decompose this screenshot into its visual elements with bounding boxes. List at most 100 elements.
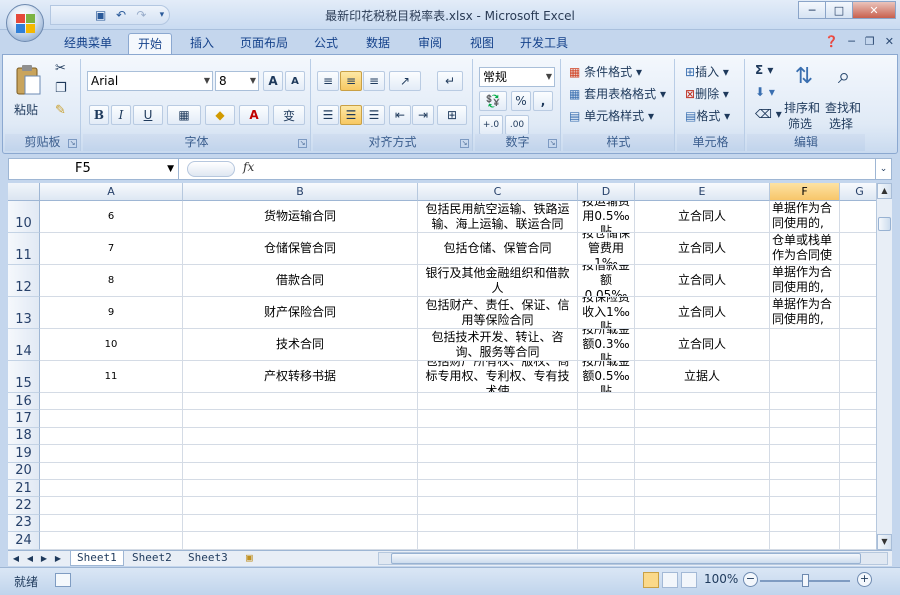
cell-a[interactable] — [40, 410, 183, 428]
vertical-scroll-thumb[interactable] — [878, 217, 891, 231]
cell-c[interactable] — [418, 410, 578, 428]
row-header[interactable]: 20 — [8, 462, 40, 480]
align-top-button[interactable]: ≡ — [317, 71, 339, 91]
conditional-format-button[interactable]: ▦ 条件格式 ▾ — [569, 63, 642, 80]
cell-e[interactable] — [635, 462, 770, 480]
cell-g[interactable] — [840, 233, 876, 265]
cell-d[interactable]: 按所载金额0.5‰贴 — [578, 361, 635, 393]
insert-function-button[interactable]: fx — [243, 160, 254, 174]
column-header-e[interactable]: E — [635, 183, 770, 201]
cell-f[interactable]: 单据作为合同使用的, — [770, 297, 840, 329]
page-layout-view-button[interactable] — [662, 572, 678, 588]
cell-a[interactable] — [40, 514, 183, 533]
last-sheet-icon[interactable]: ▶ — [52, 552, 64, 565]
cell-b[interactable] — [183, 462, 418, 480]
row-header[interactable]: 10 — [8, 201, 40, 233]
cell-b[interactable] — [183, 445, 418, 463]
cell-g[interactable] — [840, 445, 876, 463]
tab-page-layout[interactable]: 页面布局 — [232, 33, 296, 54]
row-header[interactable]: 11 — [8, 233, 40, 265]
cell-f[interactable] — [770, 410, 840, 428]
select-all-corner[interactable] — [8, 183, 40, 201]
tab-review[interactable]: 审阅 — [408, 33, 452, 54]
cell-b[interactable] — [183, 393, 418, 411]
cell-d[interactable] — [578, 497, 635, 515]
tab-home[interactable]: 开始 — [128, 33, 172, 54]
sheet-tab-1[interactable]: Sheet1 — [70, 551, 124, 566]
underline-button[interactable]: U — [133, 105, 163, 125]
cell-c[interactable] — [418, 532, 578, 550]
cell-g[interactable] — [840, 480, 876, 498]
cell-g[interactable] — [840, 201, 876, 233]
first-sheet-icon[interactable]: ◀ — [10, 552, 22, 565]
column-header-d[interactable]: D — [578, 183, 635, 201]
font-name-combo[interactable]: Arial ▼ — [87, 71, 213, 91]
cell-e[interactable]: 立合同人 — [635, 201, 770, 233]
cell-c[interactable]: 包括民用航空运输、铁路运输、海上运输、联运合同 — [418, 201, 578, 233]
cell-d[interactable] — [578, 532, 635, 550]
cell-c[interactable] — [418, 514, 578, 533]
expand-formula-bar-icon[interactable]: ⌄ — [875, 159, 891, 179]
cell-g[interactable] — [840, 410, 876, 428]
insert-cells-button[interactable]: ⊞插入 ▾ — [685, 63, 729, 80]
increase-decimal-button[interactable]: +.0 — [479, 115, 503, 135]
cell-g[interactable] — [840, 329, 876, 361]
cell-d[interactable] — [578, 427, 635, 446]
cell-b[interactable]: 财产保险合同 — [183, 297, 418, 329]
macro-record-icon[interactable] — [55, 573, 71, 587]
decrease-decimal-button[interactable]: .00 — [505, 115, 529, 135]
autosum-button[interactable]: Σ ▾ — [755, 63, 773, 77]
accounting-button[interactable]: 💱 — [479, 91, 507, 111]
cell-e[interactable]: 立合同人 — [635, 233, 770, 265]
paste-button[interactable] — [13, 63, 43, 97]
cell-e[interactable] — [635, 532, 770, 550]
cell-d[interactable] — [578, 410, 635, 428]
cell-a[interactable]: 9 — [40, 297, 183, 329]
row-header[interactable]: 19 — [8, 445, 40, 463]
cell-e[interactable]: 立合同人 — [635, 297, 770, 329]
zoom-in-button[interactable]: + — [857, 572, 872, 587]
cell-b[interactable] — [183, 532, 418, 550]
cell-g[interactable] — [840, 428, 876, 446]
cell-b[interactable] — [183, 480, 418, 498]
italic-button[interactable]: I — [111, 105, 131, 125]
column-header-f[interactable]: F — [770, 183, 840, 201]
align-right-button[interactable]: ☰ — [363, 105, 385, 125]
tab-formulas[interactable]: 公式 — [304, 33, 348, 54]
close-button[interactable]: ✕ — [852, 1, 896, 19]
help-icon[interactable]: ❓ — [825, 35, 839, 48]
cell-e[interactable] — [635, 514, 770, 533]
clear-button[interactable]: ⌫ ▾ — [755, 107, 782, 121]
cell-a[interactable]: 11 — [40, 361, 183, 393]
align-center-button[interactable]: ☰ — [340, 105, 362, 125]
cell-a[interactable] — [40, 445, 183, 463]
cell-a[interactable] — [40, 462, 183, 480]
cell-d[interactable] — [578, 462, 635, 480]
cell-b[interactable] — [183, 427, 418, 446]
cell-a[interactable]: 6 — [40, 201, 183, 233]
row-header[interactable]: 17 — [8, 410, 40, 428]
cell-a[interactable] — [40, 427, 183, 446]
prev-sheet-icon[interactable]: ◀ — [24, 552, 36, 565]
cell-b[interactable]: 货物运输合同 — [183, 201, 418, 233]
cell-f[interactable] — [770, 480, 840, 498]
row-header[interactable]: 21 — [8, 480, 40, 498]
cell-f[interactable] — [770, 532, 840, 550]
name-box-dropdown-icon[interactable]: ▼ — [167, 159, 174, 179]
cell-b[interactable]: 借款合同 — [183, 265, 418, 297]
row-header[interactable]: 23 — [8, 514, 40, 533]
ribbon-minimize-icon[interactable]: ─ — [848, 35, 855, 48]
phonetic-button[interactable]: 变 — [273, 105, 305, 125]
fill-color-button[interactable]: ◆ — [205, 105, 235, 125]
borders-button[interactable]: ▦ — [167, 105, 201, 125]
cell-g[interactable] — [840, 532, 876, 550]
cell-b[interactable]: 技术合同 — [183, 329, 418, 361]
cell-c[interactable] — [418, 462, 578, 480]
cell-g[interactable] — [840, 463, 876, 480]
column-header-b[interactable]: B — [183, 183, 418, 201]
cell-d[interactable]: 按借款金额0.05‰ — [578, 265, 635, 297]
cell-d[interactable]: 按运输费用0.5‰贴 — [578, 201, 635, 233]
next-sheet-icon[interactable]: ▶ — [38, 552, 50, 565]
format-as-table-button[interactable]: ▦ 套用表格格式 ▾ — [569, 85, 666, 102]
font-size-combo[interactable]: 8 ▼ — [215, 71, 259, 91]
